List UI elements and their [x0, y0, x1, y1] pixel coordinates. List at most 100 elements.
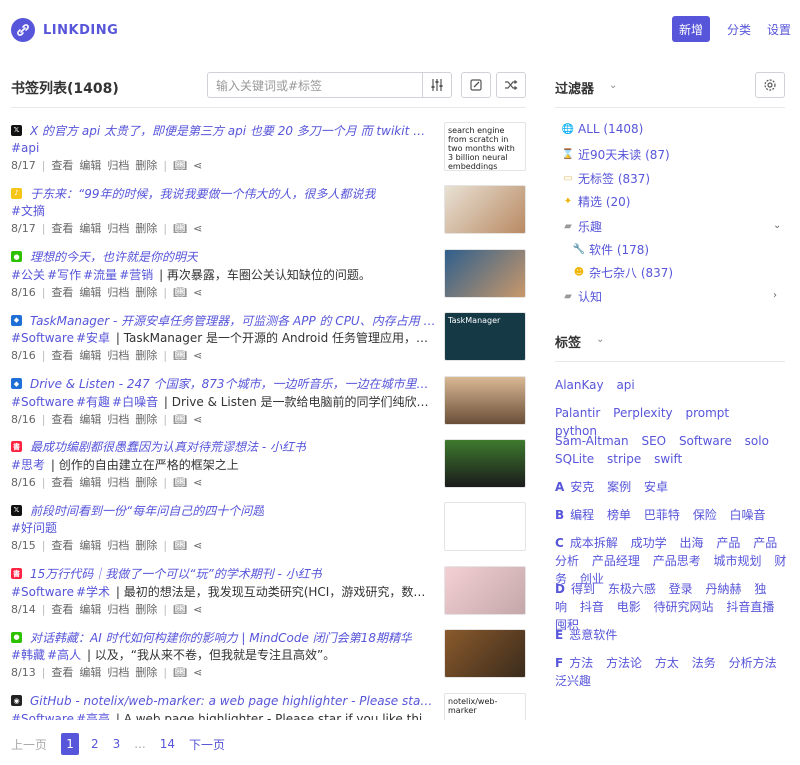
view-link[interactable]: 查看 [51, 219, 73, 239]
filter-software[interactable]: 🔧 软件 (178) [572, 241, 649, 258]
bookmark-preview-image[interactable] [444, 565, 526, 615]
delete-link[interactable]: 删除 [135, 346, 157, 366]
edit-link[interactable]: 编辑 [79, 663, 101, 683]
tag-link[interactable]: #高人 [47, 648, 81, 662]
edit-link[interactable]: 编辑 [79, 600, 101, 620]
book-icon[interactable]: 📖︎ [173, 473, 187, 493]
bookmark-title-link[interactable]: 于东来：“99年的时候，我说我要做一个伟大的人，很多人都说我 [30, 185, 376, 202]
filter-featured[interactable]: ✦ 精选 (20) [561, 193, 631, 210]
share-icon[interactable]: ⋖ [193, 219, 202, 239]
search-input[interactable]: 输入关键词或#标签 [207, 72, 423, 98]
share-icon[interactable]: ⋖ [193, 536, 202, 556]
tag-link[interactable]: 成功学 [631, 536, 667, 550]
nav-categories-link[interactable]: 分类 [727, 21, 751, 38]
archive-link[interactable]: 归档 [107, 600, 129, 620]
page-link-3[interactable]: 3 [113, 737, 121, 751]
filter-misc[interactable]: ☻ 杂七杂八 (837) [572, 264, 673, 281]
view-link[interactable]: 查看 [51, 663, 73, 683]
filter-folder-cognition[interactable]: ▰ 认知 [561, 288, 602, 305]
edit-link[interactable]: 编辑 [79, 219, 101, 239]
bookmark-title-link[interactable]: X 的官方 api 太贵了，即便是第三方 api 也要 20 多刀一个月 而 t… [30, 122, 436, 139]
archive-link[interactable]: 归档 [107, 346, 129, 366]
share-icon[interactable]: ⋖ [193, 473, 202, 493]
shuffle-button[interactable] [496, 72, 526, 98]
share-icon[interactable]: ⋖ [193, 410, 202, 430]
archive-link[interactable]: 归档 [107, 410, 129, 430]
tag-link[interactable]: #Software [11, 712, 74, 720]
book-icon[interactable]: 📖︎ [173, 346, 187, 366]
bookmark-preview-image[interactable]: search engine from scratch in two months… [444, 122, 526, 171]
view-link[interactable]: 查看 [51, 600, 73, 620]
bookmark-preview-image[interactable]: notelix/web-marker [444, 692, 526, 720]
archive-link[interactable]: 归档 [107, 156, 129, 176]
chevron-down-icon[interactable]: ⌄ [773, 220, 781, 231]
filter-untagged[interactable]: ▭ 无标签 (837) [561, 170, 650, 187]
tag-link[interactable]: #写作 [47, 268, 81, 282]
bookmark-title-link[interactable]: 对话韩藏：AI 时代如何构建你的影响力 | MindCode 闭门会第18期精华 [30, 629, 412, 646]
bookmark-preview-image[interactable]: TaskManager [444, 312, 526, 362]
tag-link[interactable]: 丹納赫 [706, 582, 742, 596]
tag-link[interactable]: 安卓 [644, 480, 668, 494]
tag-link[interactable]: #流量 [83, 268, 117, 282]
share-icon[interactable]: ⋖ [193, 283, 202, 303]
tag-link[interactable]: #安卓 [76, 331, 110, 345]
bookmark-title-link[interactable]: 最成功编剧都很愚蠢因为认真对待荒谬想法 - 小红书 [30, 438, 306, 455]
tag-link[interactable]: #Software [11, 585, 74, 599]
delete-link[interactable]: 删除 [135, 156, 157, 176]
tag-link[interactable]: 东极六感 [608, 582, 656, 596]
bookmark-title-link[interactable]: 15万行代码｜我做了一个可以“玩”的学术期刊 - 小红书 [30, 565, 322, 582]
archive-link[interactable]: 归档 [107, 536, 129, 556]
app-logo[interactable]: LINKDING [11, 18, 118, 42]
tag-link[interactable]: SQLite [555, 452, 594, 466]
tags-title[interactable]: 标签 [555, 332, 581, 351]
prev-page-link[interactable]: 上一页 [11, 736, 47, 753]
book-icon[interactable]: 📖︎ [173, 219, 187, 239]
bookmark-preview-image[interactable] [444, 185, 526, 235]
next-page-link[interactable]: 下一页 [189, 736, 225, 753]
tag-link[interactable]: 白噪音 [730, 508, 766, 522]
bookmark-preview-image[interactable] [444, 438, 526, 488]
tag-link[interactable]: 待研究网站 [654, 600, 714, 614]
edit-link[interactable]: 编辑 [79, 346, 101, 366]
bookmark-preview-image[interactable] [444, 375, 526, 425]
tag-link[interactable]: 城市规划 [714, 554, 762, 568]
page-link-1[interactable]: 1 [61, 733, 80, 755]
delete-link[interactable]: 删除 [135, 410, 157, 430]
chevron-down-icon[interactable]: ⌄ [609, 80, 617, 91]
tag-link[interactable]: #学术 [76, 585, 110, 599]
tag-link[interactable]: 成本拆解 [570, 536, 618, 550]
delete-link[interactable]: 删除 [135, 536, 157, 556]
bookmark-title-link[interactable]: TaskManager - 开源安卓任务管理器，可监测各 APP 的 CPU、内… [30, 312, 436, 329]
tag-link[interactable]: 方法论 [606, 656, 642, 670]
archive-link[interactable]: 归档 [107, 219, 129, 239]
tag-link[interactable]: #Software [11, 395, 74, 409]
bookmark-title-link[interactable]: GitHub - notelix/web-marker: a web page … [30, 694, 436, 708]
tag-link[interactable]: 案例 [607, 480, 631, 494]
view-link[interactable]: 查看 [51, 283, 73, 303]
tag-link[interactable]: 产品思考 [653, 554, 701, 568]
tag-link[interactable]: 出海 [680, 536, 704, 550]
tag-link[interactable]: stripe [607, 452, 641, 466]
delete-link[interactable]: 删除 [135, 473, 157, 493]
tag-link[interactable]: 登录 [669, 582, 693, 596]
tag-link[interactable]: Software [679, 434, 732, 448]
view-link[interactable]: 查看 [51, 536, 73, 556]
edit-link[interactable]: 编辑 [79, 283, 101, 303]
edit-link[interactable]: 编辑 [79, 536, 101, 556]
share-icon[interactable]: ⋖ [193, 156, 202, 176]
chevron-right-icon[interactable]: › [773, 290, 777, 301]
view-link[interactable]: 查看 [51, 410, 73, 430]
tag-link[interactable]: 编程 [570, 508, 594, 522]
tag-link[interactable]: #思考 [11, 458, 45, 472]
bookmark-preview-image[interactable] [444, 502, 526, 552]
tag-link[interactable]: swift [654, 452, 682, 466]
edit-link[interactable]: 编辑 [79, 410, 101, 430]
book-icon[interactable]: 📖︎ [173, 156, 187, 176]
tag-link[interactable]: 恶意软件 [569, 628, 617, 642]
filter-unread-90d[interactable]: ⌛ 近90天未读 (87) [561, 146, 670, 163]
tag-link[interactable]: #api [11, 141, 39, 155]
add-bookmark-button[interactable]: 新增 [672, 16, 710, 42]
book-icon[interactable]: 📖︎ [173, 283, 187, 303]
bookmark-preview-image[interactable] [444, 248, 526, 298]
bookmark-preview-image[interactable] [444, 629, 526, 679]
